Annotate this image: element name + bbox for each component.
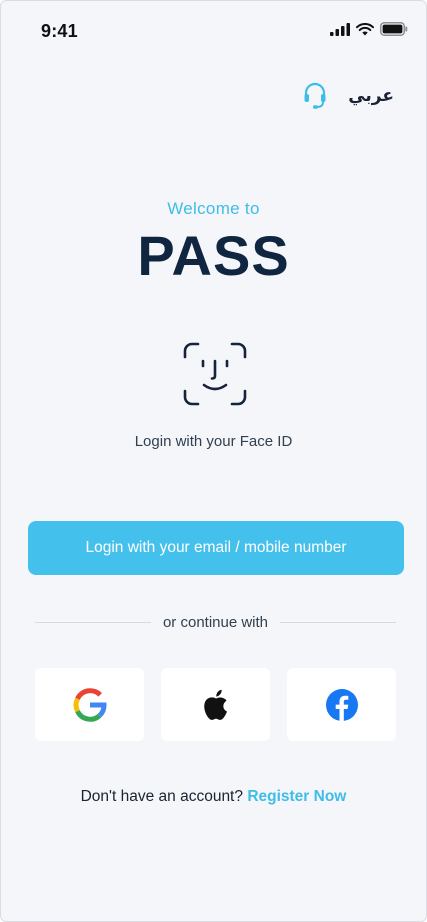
divider-line-right bbox=[280, 621, 396, 623]
facebook-login-button[interactable] bbox=[287, 668, 396, 741]
battery-icon bbox=[380, 22, 408, 36]
register-now-link[interactable]: Register Now bbox=[247, 788, 346, 805]
email-mobile-login-button[interactable]: Login with your email / mobile number bbox=[28, 521, 404, 575]
social-login-row bbox=[35, 668, 396, 741]
language-toggle[interactable]: عربي bbox=[348, 86, 394, 106]
wifi-icon bbox=[356, 22, 374, 35]
facebook-icon bbox=[325, 688, 358, 721]
header-actions: عربي bbox=[302, 81, 394, 111]
face-id-icon bbox=[183, 342, 247, 406]
status-icons bbox=[330, 22, 408, 36]
status-time: 9:41 bbox=[41, 21, 78, 41]
apple-login-button[interactable] bbox=[161, 668, 270, 741]
continue-divider: or continue with bbox=[35, 612, 396, 632]
register-prompt-row: Don't have an account? Register Now bbox=[1, 788, 426, 806]
divider-line-left bbox=[35, 621, 151, 623]
signal-icon bbox=[330, 22, 350, 36]
apple-icon bbox=[203, 689, 227, 720]
register-prompt: Don't have an account? bbox=[80, 788, 243, 805]
face-id-label: Login with your Face ID bbox=[134, 433, 293, 450]
support-button[interactable] bbox=[302, 81, 328, 111]
welcome-text: Welcome to bbox=[167, 199, 260, 218]
divider-label: or continue with bbox=[162, 613, 269, 631]
app-title: PASS bbox=[137, 224, 290, 287]
google-login-button[interactable] bbox=[35, 668, 144, 741]
headset-icon bbox=[304, 82, 326, 109]
face-id-button[interactable] bbox=[182, 341, 248, 407]
status-bar: 9:41 bbox=[1, 1, 426, 61]
login-screen: 9:41 عربي Welcome to PASS Login with you… bbox=[0, 0, 427, 922]
google-icon bbox=[73, 687, 106, 722]
